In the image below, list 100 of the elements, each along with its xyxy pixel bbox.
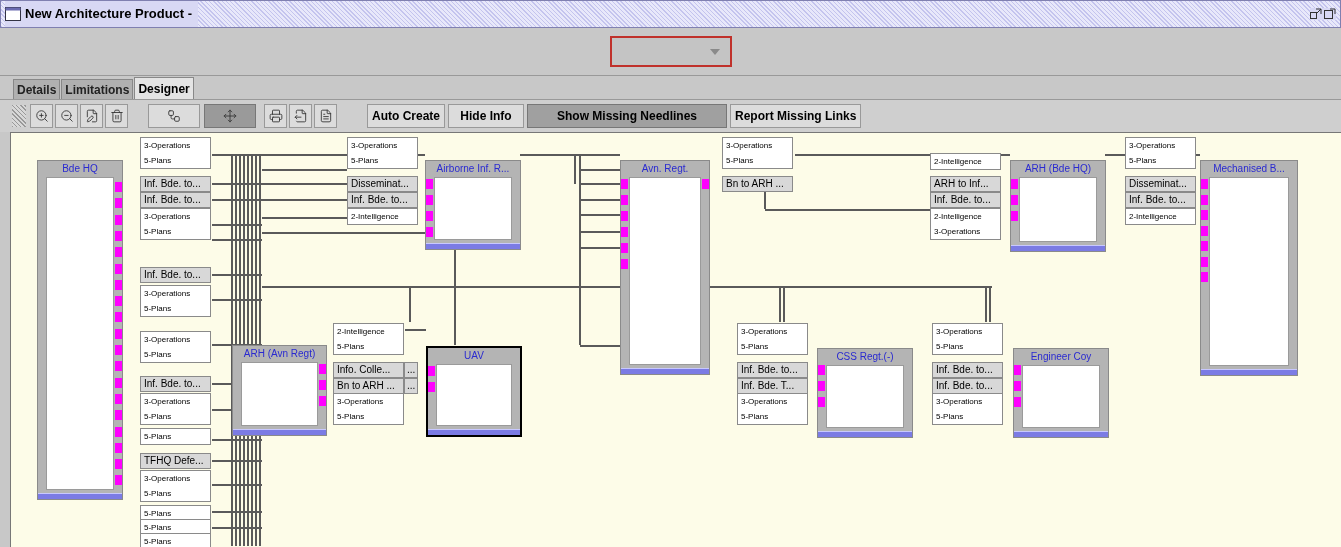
connector-port[interactable] [1201, 210, 1208, 220]
link-label[interactable]: Inf. Bde. to... [140, 376, 211, 392]
connector-port[interactable] [115, 361, 122, 372]
toolbar-button[interactable]: Show Missing Needlines [527, 104, 727, 128]
zoom-in-button[interactable] [30, 104, 53, 128]
zoom-out-icon [59, 109, 74, 123]
connector-port[interactable] [115, 312, 122, 323]
toolbar-button[interactable]: Hide Info [448, 104, 524, 128]
link-label[interactable]: ... [404, 378, 419, 394]
connector-port[interactable] [115, 247, 122, 258]
connector-line [999, 154, 1011, 156]
connector-port[interactable] [115, 442, 122, 453]
connector-line [1104, 154, 1126, 156]
note-line: 5-Plans [144, 349, 173, 360]
link-label[interactable]: Inf. Bde. to... [140, 267, 211, 283]
node-title: Airborne Inf. R... [436, 164, 510, 174]
connector-port[interactable] [115, 426, 122, 437]
connector-port[interactable] [115, 328, 122, 339]
connector-port[interactable] [115, 214, 122, 225]
tab[interactable]: Details [13, 79, 61, 99]
note-line: 3-Operations [936, 396, 984, 407]
document-button[interactable] [314, 104, 337, 128]
connector-button[interactable] [148, 104, 200, 128]
connector-port[interactable] [702, 179, 709, 189]
link-label[interactable]: Disseminat... [347, 176, 418, 192]
dropdown-field[interactable] [609, 36, 732, 67]
link-label[interactable]: Info. Colle... [333, 362, 404, 378]
node-box[interactable]: Bde HQ [37, 160, 123, 500]
link-label[interactable]: Bn to ARH ... [333, 378, 404, 394]
note-line: 5-Plans [936, 411, 965, 422]
link-label[interactable]: ARH to Inf... [930, 176, 1001, 192]
dropdown-caret-icon [709, 48, 720, 55]
zoom-out-button[interactable] [55, 104, 78, 128]
node-box[interactable]: Mechanised B... [1200, 160, 1298, 376]
connector-port[interactable] [115, 263, 122, 274]
printer-button[interactable] [264, 104, 287, 128]
link-label[interactable]: Inf. Bde. to... [932, 378, 1003, 394]
connector-port[interactable] [115, 410, 122, 421]
node-box[interactable]: UAV [426, 346, 522, 437]
connector-port[interactable] [1201, 241, 1208, 251]
link-label[interactable]: Inf. Bde. to... [347, 192, 418, 208]
connector-port[interactable] [1201, 272, 1208, 282]
toolbar-button[interactable]: Auto Create [367, 104, 445, 128]
note-line: 5-Plans [144, 508, 173, 519]
maximize-icon[interactable] [1324, 8, 1336, 20]
note-line: 5-Plans [144, 431, 173, 442]
move-icon [223, 109, 237, 123]
note-line: 3-Operations [337, 396, 385, 407]
node-title: Engineer Coy [1030, 352, 1092, 362]
node-title: ARH (Avn Regt) [243, 349, 316, 359]
node-box[interactable]: Engineer Coy [1013, 348, 1109, 438]
note-line: 5-Plans [144, 536, 173, 547]
toolbar-grip[interactable] [12, 105, 26, 127]
note-line: 3-Operations [144, 140, 192, 151]
link-label[interactable]: Inf. Bde. to... [737, 362, 808, 378]
connector-port[interactable] [115, 345, 122, 355]
connector-port[interactable] [115, 182, 122, 192]
link-label[interactable]: ... [404, 362, 419, 378]
link-label[interactable]: Inf. Bde. to... [140, 192, 211, 208]
connector-port[interactable] [115, 377, 122, 388]
link-label[interactable]: Inf. Bde. T... [737, 378, 808, 394]
toolbar-button[interactable]: Report Missing Links [730, 104, 862, 128]
restore-icon[interactable] [1310, 8, 1322, 20]
connector-port[interactable] [115, 230, 122, 241]
move-button[interactable] [204, 104, 256, 128]
link-label[interactable]: Bn to ARH ... [722, 176, 793, 192]
connector-line [404, 329, 427, 331]
note-line: 5-Plans [144, 303, 173, 314]
node-box[interactable]: CSS Regt.(-) [817, 348, 913, 438]
connector-port[interactable] [115, 459, 122, 470]
link-label[interactable]: Inf. Bde. to... [140, 176, 211, 192]
tab[interactable]: Limitations [61, 79, 134, 99]
connector-port[interactable] [115, 475, 122, 486]
connector-port[interactable] [115, 393, 122, 404]
connector-port[interactable] [115, 198, 122, 209]
link-label[interactable]: Inf. Bde. to... [930, 192, 1001, 208]
note-line: 3-Operations [144, 473, 192, 484]
trash-button[interactable] [105, 104, 128, 128]
link-label[interactable]: TFHQ Defe... [140, 453, 211, 469]
node-box[interactable]: ARH (Bde HQ) [1010, 160, 1106, 252]
node-box[interactable]: Airborne Inf. R... [425, 160, 521, 250]
note-line: 3-Operations [144, 396, 192, 407]
connector-port[interactable] [115, 296, 122, 307]
connector-port[interactable] [1201, 194, 1208, 205]
edit-button[interactable] [80, 104, 103, 128]
connector-port[interactable] [115, 279, 122, 290]
connector-port[interactable] [1201, 225, 1208, 236]
connector-port[interactable] [1201, 179, 1208, 189]
export-button[interactable] [289, 104, 312, 128]
tab[interactable]: Designer [134, 77, 194, 99]
connector-port[interactable] [1201, 256, 1208, 267]
note-line: 2-Intelligence [337, 326, 386, 337]
link-label[interactable]: Inf. Bde. to... [932, 362, 1003, 378]
node-box[interactable]: ARH (Avn Regt) [232, 345, 327, 436]
node-box[interactable]: Avn. Regt. [620, 160, 710, 375]
link-label[interactable]: Inf. Bde. to... [1125, 192, 1196, 208]
note-line: 5-Plans [337, 341, 366, 352]
note-line: 3-Operations [934, 226, 982, 237]
trash-icon [109, 109, 124, 123]
link-label[interactable]: Disseminat... [1125, 176, 1196, 192]
